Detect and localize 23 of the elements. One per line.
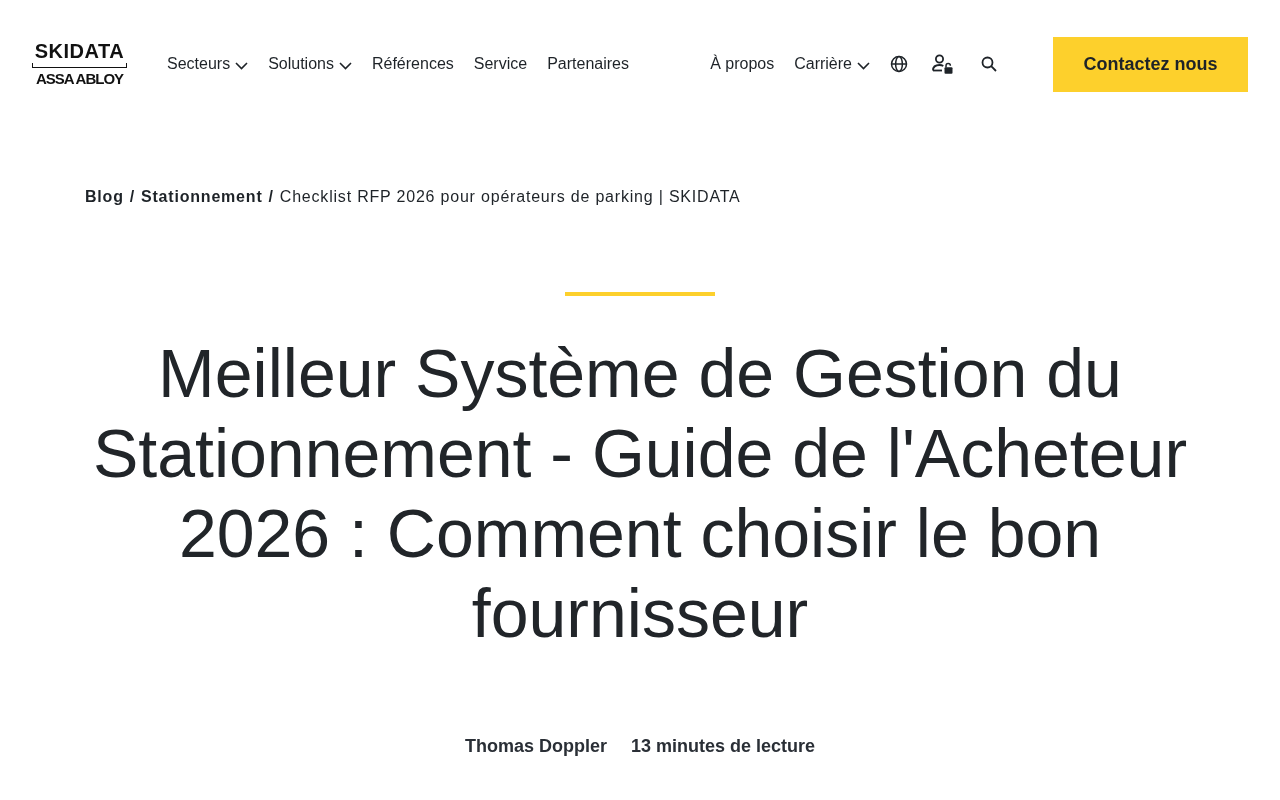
caret-icon (857, 61, 870, 70)
breadcrumb-separator: / (129, 187, 135, 207)
author-name: Thomas Doppler (464, 735, 607, 758)
breadcrumb-link[interactable]: Stationnement (141, 186, 263, 208)
nav-link[interactable]: Carrière (794, 52, 870, 76)
nav-link[interactable]: Partenaires (547, 52, 629, 76)
breadcrumb-current: Checklist RFP 2026 pour opérateurs de parking | SKIDATA (279, 187, 741, 207)
contact-button[interactable]: Contactez nous (1053, 36, 1248, 92)
nav-link[interactable]: Références (371, 52, 454, 76)
breadcrumb-link[interactable]: Blog (85, 186, 124, 208)
home-logo-link[interactable]: SKIDATA ASSA ABLOY (32, 39, 127, 89)
user-lock-icon[interactable] (932, 54, 953, 74)
nav-link[interactable]: Service (473, 52, 528, 76)
caret-icon (235, 61, 249, 70)
nav-link[interactable]: Solutions (268, 52, 352, 76)
caret-icon (338, 61, 352, 70)
read-time: 13 minutes de lecture (630, 735, 816, 758)
nav-link[interactable]: À propos (710, 52, 775, 76)
globe-icon[interactable] (890, 55, 908, 73)
nav-link[interactable]: Secteurs (167, 52, 249, 76)
search-icon[interactable] (981, 56, 997, 72)
article-title: Meilleur Système de Gestion du Stationnement - Guide de l'Acheteur 2026 : Comment choisir le bon fournisseur (91, 334, 1189, 653)
breadcrumb-separator: / (268, 187, 274, 207)
